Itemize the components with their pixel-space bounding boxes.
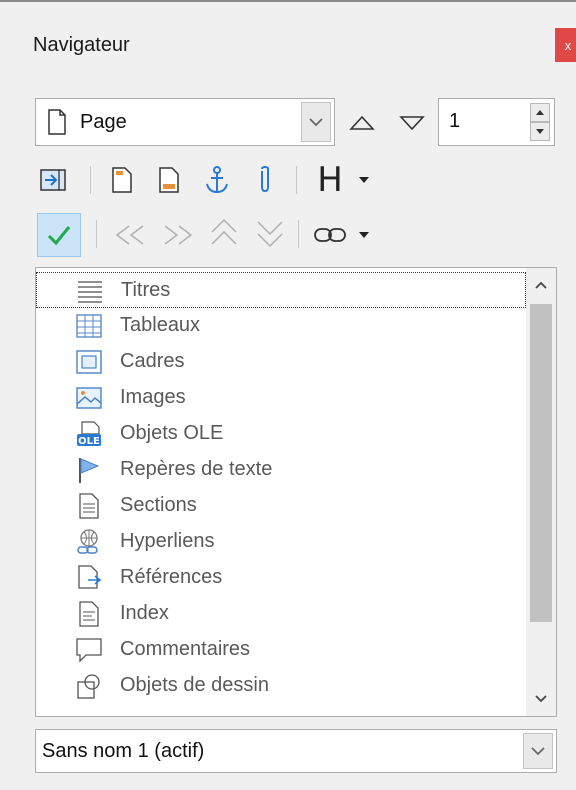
- page-number-value[interactable]: 1: [449, 110, 460, 133]
- reminder-button[interactable]: [250, 160, 280, 200]
- spin-up-icon: [536, 110, 544, 115]
- list-item-label: Commentaires: [120, 638, 251, 660]
- double-right-arrow-icon: [164, 225, 193, 245]
- paperclip-icon: [261, 165, 269, 193]
- toggle-master-view-button[interactable]: [35, 160, 71, 200]
- list-item[interactable]: Hyperliens: [36, 524, 526, 560]
- list-item-label: Hyperliens: [120, 530, 215, 552]
- scroll-down-button[interactable]: [526, 682, 556, 716]
- navigate-by-dropdown-button[interactable]: [301, 102, 331, 142]
- list-item-label: Index: [120, 602, 169, 624]
- previous-element-button[interactable]: [345, 108, 379, 138]
- double-up-arrow-icon: [211, 218, 237, 245]
- list-item-label: Repères de texte: [120, 458, 273, 480]
- spin-up-button[interactable]: [530, 103, 550, 122]
- list-item-label: Objets de dessin: [120, 674, 269, 696]
- top-border: [0, 0, 576, 2]
- triangle-down-icon: [399, 116, 425, 131]
- index-icon: [79, 601, 99, 627]
- list-item[interactable]: Objets de dessin: [36, 668, 526, 704]
- next-element-button[interactable]: [395, 108, 429, 138]
- heading-levels-button[interactable]: H: [310, 160, 350, 200]
- heading-levels-dropdown[interactable]: [354, 160, 374, 200]
- list-item-label: Images: [120, 386, 186, 408]
- demote-chapter-button[interactable]: [158, 215, 198, 255]
- drag-mode-dropdown[interactable]: [354, 215, 374, 255]
- header-button[interactable]: [105, 160, 139, 200]
- table-icon: [76, 314, 102, 338]
- content-navigation-view-toggle[interactable]: [37, 213, 81, 257]
- spin-down-button[interactable]: [530, 122, 550, 141]
- toolbar-separator: [296, 166, 297, 194]
- section-icon: [79, 493, 99, 519]
- master-view-icon: [40, 169, 66, 191]
- list-item[interactable]: Repères de texte: [36, 452, 526, 488]
- close-button[interactable]: x: [555, 28, 576, 62]
- close-icon: x: [564, 37, 572, 53]
- navigate-by-value: Page: [80, 110, 127, 133]
- chevron-down-icon: [535, 695, 547, 703]
- navigate-by-select[interactable]: Page: [35, 98, 335, 146]
- caret-down-icon: [359, 232, 369, 238]
- scroll-up-button[interactable]: [526, 268, 556, 302]
- bookmark-flag-icon: [79, 458, 100, 483]
- content-scrollbar[interactable]: [526, 268, 556, 716]
- document-select-value: Sans nom 1 (actif): [42, 740, 205, 762]
- content-tree[interactable]: Titres Tableaux Cadres Images OLE Objets…: [35, 267, 557, 717]
- header-page-icon: [112, 167, 132, 193]
- drag-mode-button[interactable]: [308, 215, 352, 255]
- headings-icon: [78, 281, 102, 303]
- chevron-down-icon: [309, 117, 323, 126]
- chevron-up-icon: [535, 281, 547, 289]
- document-select[interactable]: Sans nom 1 (actif): [35, 729, 557, 773]
- chevron-down-icon: [531, 746, 545, 755]
- footer-button[interactable]: [152, 160, 186, 200]
- toolbar-separator: [298, 220, 299, 248]
- svg-text:OLE: OLE: [78, 436, 100, 447]
- list-item[interactable]: Références: [36, 560, 526, 596]
- hyperlink-globe-icon: [77, 529, 98, 554]
- frame-icon: [76, 350, 102, 374]
- double-left-arrow-icon: [115, 225, 144, 245]
- double-down-arrow-icon: [257, 221, 283, 248]
- toolbar-separator: [90, 166, 91, 194]
- ole-icon: OLE: [77, 421, 101, 447]
- list-item[interactable]: Sections: [36, 488, 526, 524]
- promote-chapter-button[interactable]: [110, 215, 150, 255]
- toolbar-separator: [96, 220, 97, 248]
- scrollbar-thumb[interactable]: [530, 304, 552, 622]
- panel-title: Navigateur: [33, 34, 130, 56]
- reference-icon: [78, 565, 102, 589]
- caret-down-icon: [359, 177, 369, 183]
- list-item[interactable]: Index: [36, 596, 526, 632]
- document-dropdown-button[interactable]: [523, 733, 553, 769]
- list-item[interactable]: Tableaux: [36, 308, 526, 344]
- list-item[interactable]: Titres: [36, 272, 526, 308]
- checkmark-icon: [47, 226, 71, 246]
- heading-icon: H: [317, 160, 343, 200]
- triangle-up-icon: [349, 115, 375, 130]
- list-item-label: Cadres: [120, 350, 185, 372]
- page-number-spinbox[interactable]: 1: [438, 98, 555, 146]
- list-item-label: Sections: [120, 494, 197, 516]
- demote-level-button[interactable]: [252, 213, 288, 253]
- anchor-button[interactable]: [200, 160, 234, 200]
- image-icon: [76, 387, 102, 409]
- list-item-label: Références: [120, 566, 223, 588]
- promote-level-button[interactable]: [206, 213, 242, 253]
- drawing-object-icon: [77, 674, 100, 699]
- list-item-label: Tableaux: [120, 314, 201, 336]
- spin-down-icon: [536, 129, 544, 134]
- footer-page-icon: [159, 167, 179, 193]
- list-item-label: Titres: [121, 279, 171, 301]
- anchor-icon: [206, 166, 228, 194]
- comment-icon: [76, 638, 102, 663]
- list-item[interactable]: Images: [36, 380, 526, 416]
- list-item-label: Objets OLE: [120, 422, 224, 444]
- list-item[interactable]: Commentaires: [36, 632, 526, 668]
- list-item[interactable]: Cadres: [36, 344, 526, 380]
- list-item[interactable]: OLE Objets OLE: [36, 416, 526, 452]
- link-chain-icon: [314, 228, 346, 242]
- page-icon: [48, 109, 66, 135]
